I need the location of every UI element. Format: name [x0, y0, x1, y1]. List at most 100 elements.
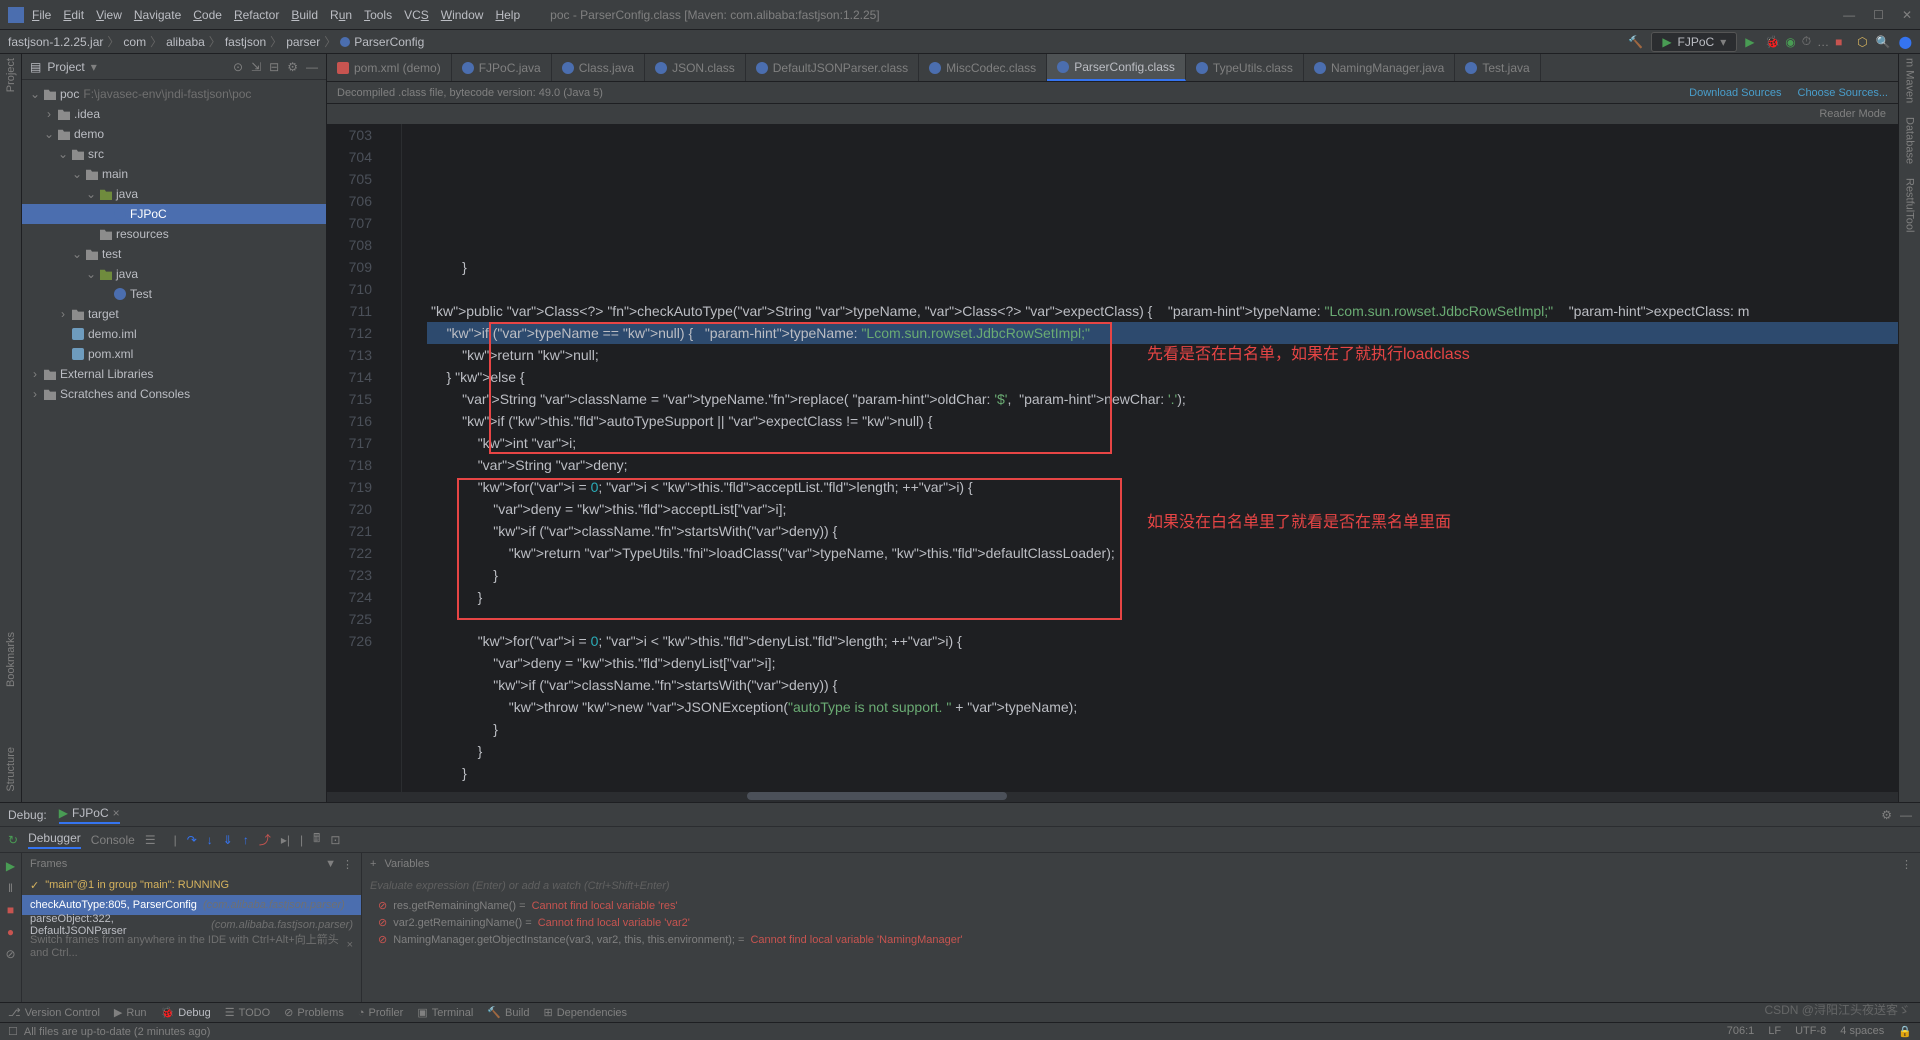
- horizontal-scrollbar[interactable]: [327, 792, 1898, 802]
- encoding[interactable]: UTF-8: [1795, 1025, 1826, 1038]
- minimize-icon[interactable]: —: [1843, 8, 1855, 22]
- project-tree[interactable]: ⌄poc F:\javasec-env\jndi-fastjson\poc›.i…: [22, 80, 326, 408]
- tree-row[interactable]: ⌄java: [22, 184, 326, 204]
- tree-row[interactable]: FJPoC: [22, 204, 326, 224]
- breadcrumb-item[interactable]: ParserConfig: [340, 35, 424, 49]
- tree-row[interactable]: ⌄main: [22, 164, 326, 184]
- trace-icon[interactable]: ⊡: [330, 833, 340, 847]
- todo-button[interactable]: ☰ TODO: [225, 1006, 270, 1019]
- editor-tab[interactable]: MiscCodec.class: [919, 54, 1047, 81]
- run-icon[interactable]: ▶: [1745, 35, 1759, 49]
- tree-row[interactable]: resources: [22, 224, 326, 244]
- attach-icon[interactable]: …: [1817, 35, 1829, 49]
- editor-tab[interactable]: Test.java: [1455, 54, 1540, 81]
- menu-vcs[interactable]: VCS: [404, 8, 429, 22]
- reader-mode-label[interactable]: Reader Mode: [1819, 108, 1886, 120]
- editor-tab[interactable]: FJPoC.java: [452, 54, 552, 81]
- editor-tab[interactable]: pom.xml (demo): [327, 54, 452, 81]
- step-into-icon[interactable]: ↓: [207, 833, 213, 847]
- editor-tab[interactable]: Class.java: [552, 54, 645, 81]
- force-step-icon[interactable]: ⇓: [223, 833, 233, 847]
- line-sep[interactable]: LF: [1768, 1025, 1781, 1038]
- breadcrumb-item[interactable]: com: [123, 35, 146, 49]
- profile-icon[interactable]: ⏱: [1802, 34, 1811, 49]
- tree-row[interactable]: ›target: [22, 304, 326, 324]
- pause-icon[interactable]: ‖: [8, 881, 13, 895]
- run-config-selector[interactable]: ▶ FJPoC ▾: [1651, 32, 1737, 52]
- debug-hide-icon[interactable]: —: [1900, 808, 1912, 822]
- version-control-button[interactable]: ⎇ Version Control: [8, 1006, 100, 1019]
- run-to-cursor-icon[interactable]: ▸|: [281, 833, 290, 847]
- database-tool-button[interactable]: Database: [1904, 117, 1916, 164]
- editor-tab[interactable]: JSON.class: [645, 54, 746, 81]
- select-opened-icon[interactable]: ⊙: [233, 60, 243, 74]
- rerun-icon[interactable]: ↻: [8, 833, 18, 847]
- thread-row[interactable]: ✓"main"@1 in group "main": RUNNING: [22, 875, 361, 895]
- maximize-icon[interactable]: ☐: [1873, 8, 1884, 22]
- vars-more-icon[interactable]: ⋮: [1901, 858, 1912, 871]
- restful-tool-button[interactable]: RestfulTool: [1904, 178, 1916, 232]
- step-over-icon[interactable]: ↷: [187, 833, 197, 847]
- evaluate-input[interactable]: Evaluate expression (Enter) or add a wat…: [362, 875, 1920, 897]
- menu-navigate[interactable]: Navigate: [134, 8, 181, 22]
- view-breakpoints-icon[interactable]: ●: [7, 925, 14, 939]
- step-out-icon[interactable]: ↑: [243, 833, 249, 847]
- settings-icon[interactable]: ⚙: [287, 60, 298, 74]
- updates-icon[interactable]: ⬡: [1857, 35, 1867, 49]
- choose-sources-link[interactable]: Choose Sources...: [1798, 87, 1889, 99]
- filter-icon[interactable]: ▼: [325, 858, 336, 871]
- tree-row[interactable]: ⌄java: [22, 264, 326, 284]
- more-icon[interactable]: ⋮: [342, 858, 353, 871]
- menu-edit[interactable]: Edit: [63, 8, 84, 22]
- breakpoint-gutter[interactable]: [382, 124, 402, 792]
- debug-icon[interactable]: 🐞: [1765, 35, 1779, 49]
- hide-icon[interactable]: —: [306, 60, 318, 74]
- debugger-subtab[interactable]: Debugger: [28, 831, 81, 849]
- build-button[interactable]: 🔨 Build: [487, 1006, 529, 1019]
- menu-build[interactable]: Build: [291, 8, 318, 22]
- tree-row[interactable]: demo.iml: [22, 324, 326, 344]
- search-icon[interactable]: 🔍: [1876, 35, 1891, 49]
- editor-tab[interactable]: NamingManager.java: [1304, 54, 1455, 81]
- menu-code[interactable]: Code: [193, 8, 222, 22]
- maven-tool-button[interactable]: m Maven: [1904, 58, 1916, 103]
- bookmarks-tool-button[interactable]: Bookmarks: [5, 632, 17, 687]
- console-subtab[interactable]: Console: [91, 833, 135, 847]
- terminal-button[interactable]: ▣ Terminal: [417, 1006, 473, 1019]
- menu-file[interactable]: File: [32, 8, 51, 22]
- stop-debug-icon[interactable]: ■: [7, 903, 14, 917]
- indent[interactable]: 4 spaces: [1840, 1025, 1884, 1038]
- menu-help[interactable]: Help: [495, 8, 520, 22]
- breadcrumb-item[interactable]: fastjson-1.2.25.jar: [8, 35, 103, 49]
- debug-button[interactable]: 🐞 Debug: [161, 1006, 211, 1019]
- tree-row[interactable]: ⌄demo: [22, 124, 326, 144]
- tree-row[interactable]: ›External Libraries: [22, 364, 326, 384]
- tree-row[interactable]: ⌄test: [22, 244, 326, 264]
- menu-window[interactable]: Window: [441, 8, 484, 22]
- close-icon[interactable]: ✕: [1902, 8, 1912, 22]
- menu-tools[interactable]: Tools: [364, 8, 392, 22]
- menu-run[interactable]: Run: [330, 8, 352, 22]
- breadcrumb-item[interactable]: fastjson: [225, 35, 266, 49]
- tree-row[interactable]: pom.xml: [22, 344, 326, 364]
- stop-icon[interactable]: ■: [1835, 35, 1849, 49]
- structure-tool-button[interactable]: Structure: [5, 747, 17, 792]
- debug-settings-icon[interactable]: ⚙: [1881, 808, 1892, 822]
- tree-row[interactable]: Test: [22, 284, 326, 304]
- expand-icon[interactable]: ⇲: [251, 60, 261, 74]
- tree-row[interactable]: ⌄src: [22, 144, 326, 164]
- profiler-button[interactable]: ◔ Profiler: [358, 1007, 404, 1019]
- problems-button[interactable]: ⊘ Problems: [284, 1006, 344, 1019]
- download-sources-link[interactable]: Download Sources: [1689, 87, 1781, 99]
- collapse-icon[interactable]: ⊟: [269, 60, 279, 74]
- breadcrumb-item[interactable]: parser: [286, 35, 320, 49]
- drop-frame-icon[interactable]: ⤴: [259, 831, 271, 848]
- add-watch-icon[interactable]: +: [370, 858, 376, 870]
- tree-row[interactable]: ⌄poc F:\javasec-env\jndi-fastjson\poc: [22, 84, 326, 104]
- breadcrumb-item[interactable]: alibaba: [166, 35, 205, 49]
- debug-session-tab[interactable]: ▶FJPoC ×: [59, 806, 120, 824]
- coverage-icon[interactable]: ◉: [1785, 35, 1795, 49]
- mute-breakpoints-icon[interactable]: ⊘: [5, 947, 15, 961]
- resume-icon[interactable]: ▶: [6, 859, 15, 873]
- editor-tab[interactable]: ParserConfig.class: [1047, 54, 1186, 81]
